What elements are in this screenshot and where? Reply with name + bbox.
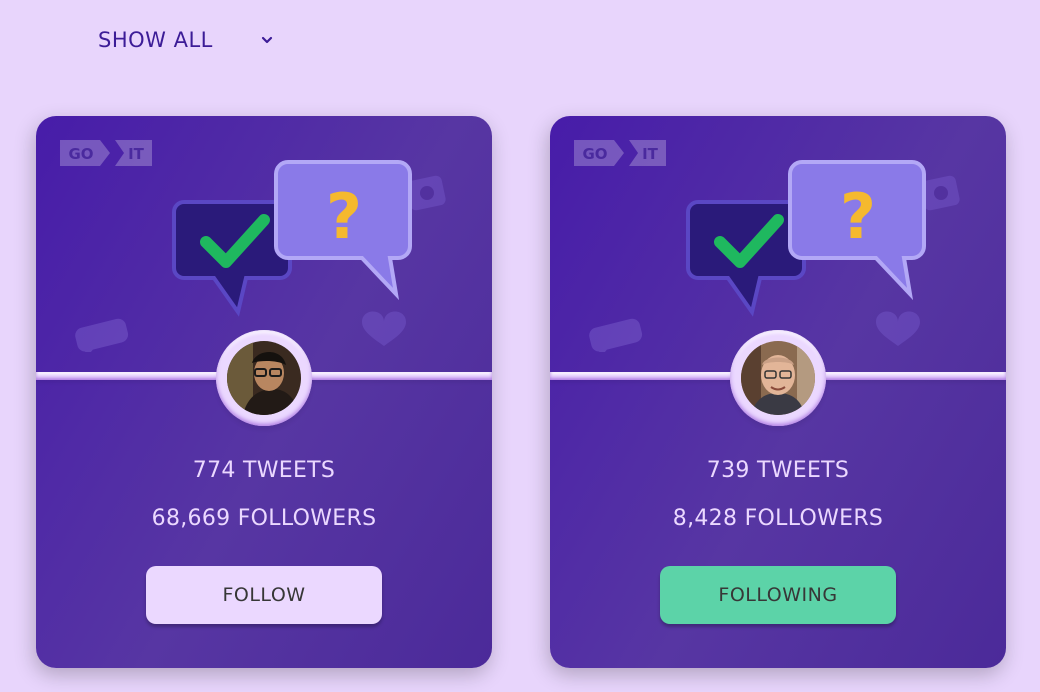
follow-button[interactable]: FOLLOW <box>146 566 382 624</box>
filter-dropdown[interactable]: SHOW ALL <box>98 28 274 52</box>
check-bubble <box>686 200 806 317</box>
avatar-ring <box>216 330 312 426</box>
question-bubble: ? <box>788 160 926 301</box>
user-card: GO IT ? <box>550 116 1006 668</box>
tweets-count: 739 TWEETS <box>706 458 850 483</box>
user-card: GO IT ? <box>36 116 492 668</box>
avatar <box>741 341 815 415</box>
avatar <box>227 341 301 415</box>
heart-decoration <box>362 311 406 346</box>
message-decoration <box>589 318 643 352</box>
heart-decoration <box>876 311 920 346</box>
followers-count: 8,428 FOLLOWERS <box>672 506 884 531</box>
following-button[interactable]: FOLLOWING <box>660 566 896 624</box>
followers-count: 68,669 FOLLOWERS <box>151 506 377 531</box>
question-bubble: ? <box>274 160 412 301</box>
chat-illustration: ? <box>589 160 960 352</box>
filter-label: SHOW ALL <box>98 28 213 52</box>
check-bubble <box>172 200 292 317</box>
chat-illustration: ? <box>75 160 446 352</box>
chevron-down-icon <box>261 36 273 44</box>
tweets-count: 774 TWEETS <box>192 458 336 483</box>
svg-text:?: ? <box>326 180 362 253</box>
svg-text:?: ? <box>840 180 876 253</box>
avatar-ring <box>730 330 826 426</box>
message-decoration <box>75 318 129 352</box>
